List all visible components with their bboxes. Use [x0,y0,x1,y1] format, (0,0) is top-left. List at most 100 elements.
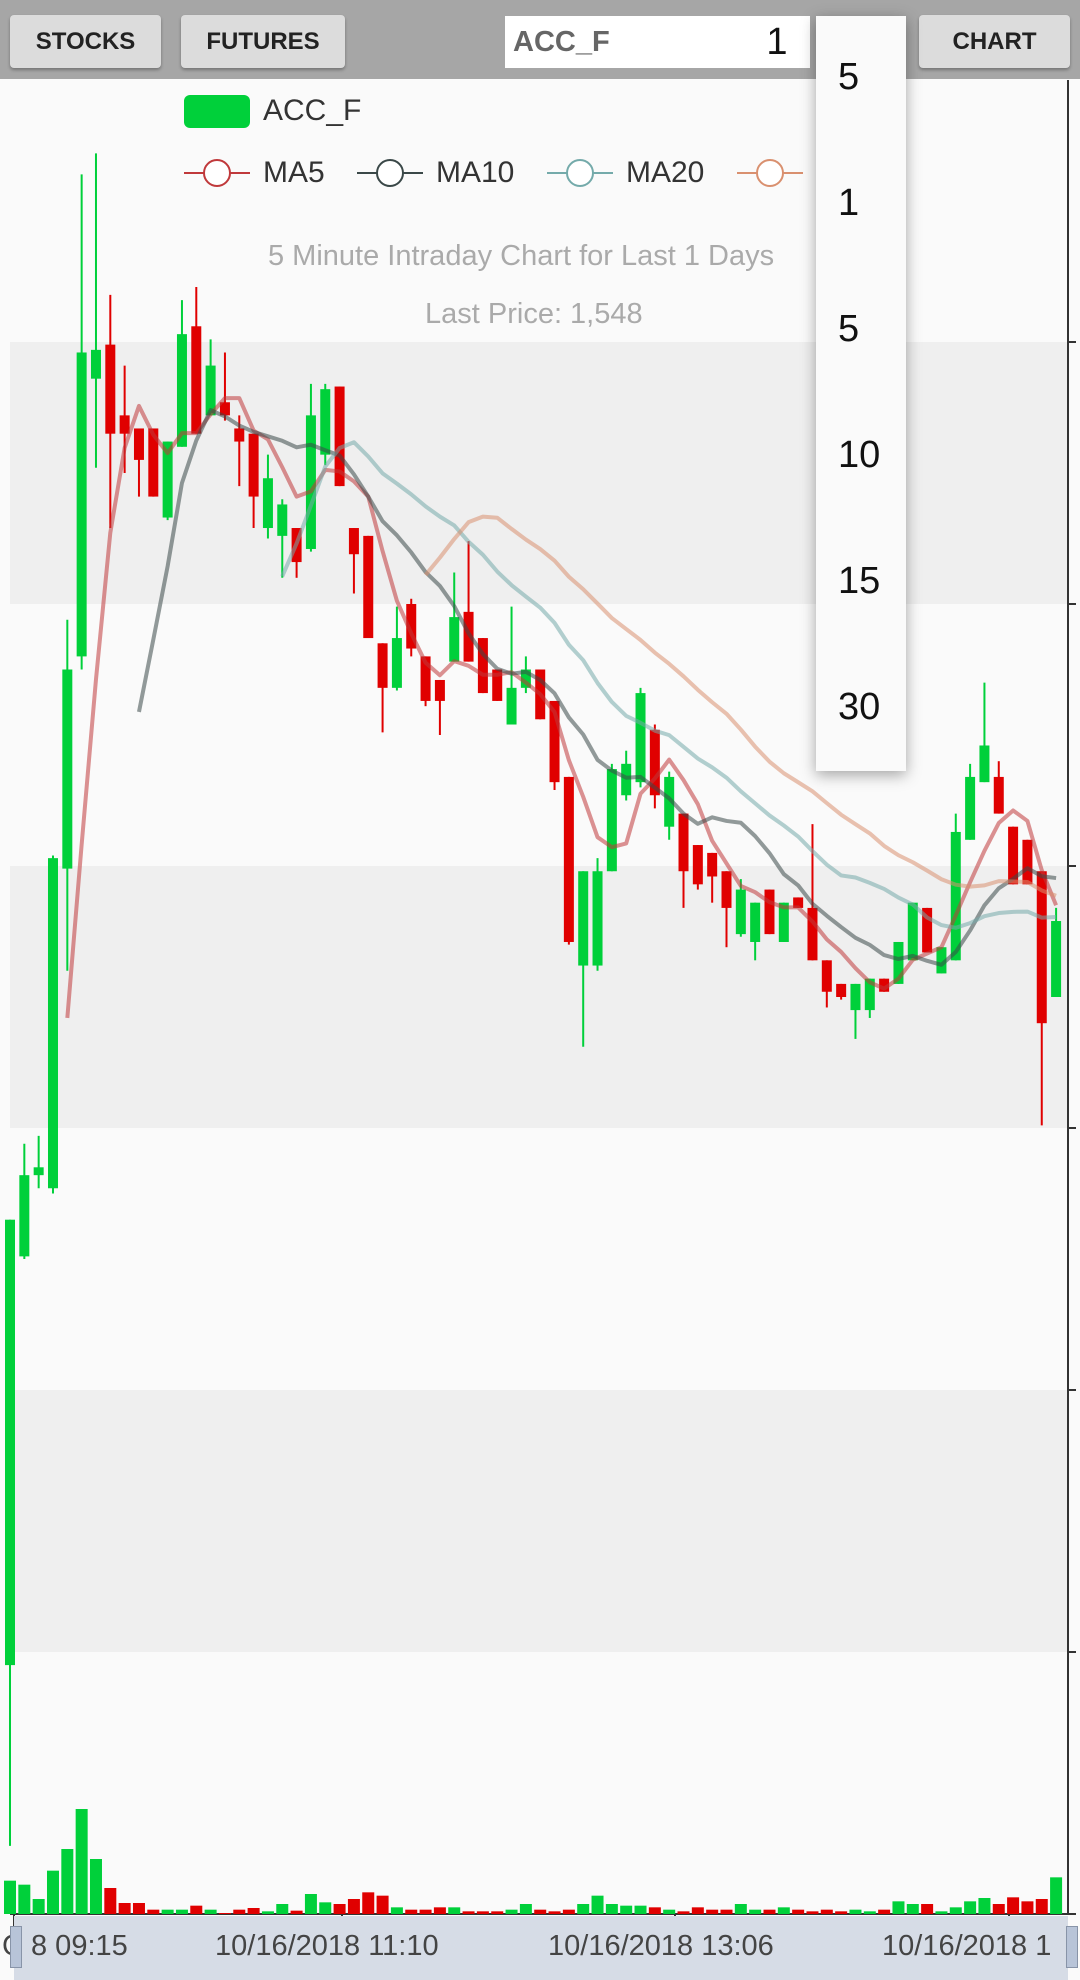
volume-bar [233,1909,246,1914]
grid-band [10,1390,1068,1652]
volume-bar [319,1902,332,1914]
candle-body [750,902,761,942]
volume-bar [849,1909,862,1914]
volume-bar [978,1898,991,1914]
volume-bar [949,1907,962,1914]
volume-bar [906,1904,919,1914]
days-input[interactable]: 1 [744,16,810,68]
volume-bar [147,1909,160,1914]
candle-body [363,535,374,639]
volume-bar [548,1911,561,1914]
volume-bar [75,1809,88,1914]
volume-bar [505,1909,518,1914]
legend-ma10-label: MA10 [436,156,515,189]
candle-body [76,352,87,657]
volume-bar [304,1894,317,1914]
candle-body [262,478,273,529]
candle-body [578,871,589,966]
interval-dropdown[interactable]: 5 1 5 10 15 30 [816,16,906,771]
grid-band [10,1128,1068,1390]
volume-bar [276,1904,289,1914]
volume-bar [620,1905,633,1914]
volume-bar [720,1909,733,1914]
navigator-right-handle[interactable] [1066,1926,1078,1968]
interval-option[interactable]: 1 [838,182,859,225]
volume-bar [4,1880,16,1914]
candle-body [133,428,144,460]
candle-body [320,389,331,455]
x-axis-label: 10/16/2018 1 [882,1930,1052,1962]
volume-bar [763,1909,776,1914]
volume-bar [405,1909,418,1914]
candle-body [563,776,574,942]
grid-band [10,604,1068,866]
candle-body [5,1219,15,1666]
candle-body [377,643,388,688]
volume-bar [390,1907,403,1914]
chart-title: 5 Minute Intraday Chart for Last 1 Days [268,240,775,272]
volume-bar [734,1904,747,1914]
volume-bar [992,1904,1005,1914]
volume-bar [218,1913,231,1914]
volume-bar [519,1904,532,1914]
volume-bar [61,1849,74,1914]
x-axis-label: 10/16/2018 13:06 [548,1930,774,1962]
ma10-legend-icon [357,159,423,187]
candle-body [434,679,445,701]
legend-ma5-label: MA5 [263,156,325,189]
ma30-legend-icon [737,159,803,187]
stocks-button[interactable]: STOCKS [10,15,161,68]
candle-body [850,983,861,1011]
volume-bar [706,1909,719,1914]
candle-body [62,669,73,869]
legend-symbol-label[interactable]: ACC_F [263,94,361,128]
volume-bar [118,1903,131,1914]
volume-bar [419,1909,432,1914]
volume-bar [32,1899,45,1914]
grid-band [10,1652,1068,1914]
volume-bar [777,1907,790,1914]
volume-bar [1035,1899,1048,1914]
candle-body [836,983,847,997]
candle-body [105,344,116,434]
volume-bar [1021,1901,1034,1914]
volume-bar [448,1907,461,1914]
volume-bar [376,1895,389,1914]
candle-body [692,845,703,885]
interval-option[interactable]: 30 [838,686,880,729]
volume-bar [204,1909,217,1914]
candle-body [678,813,689,872]
symbol-input[interactable]: ACC_F [505,16,745,68]
ma5-legend-icon [184,159,250,187]
candle-body [33,1167,44,1176]
volume-bar [792,1909,805,1914]
interval-option[interactable]: 15 [838,560,880,603]
interval-option[interactable]: 5 [838,56,859,99]
candle-body [764,889,775,935]
interval-option[interactable]: 5 [838,308,859,351]
volume-bar [190,1905,203,1914]
candle-body [606,769,617,872]
volume-bar [863,1911,876,1914]
volume-bar [333,1904,346,1914]
candle-body [979,745,990,783]
interval-option[interactable]: 10 [838,434,880,477]
volume-bar [878,1909,891,1914]
candle-body [965,776,976,840]
volume-bar [562,1909,575,1914]
candle-body [449,617,460,662]
futures-button[interactable]: FUTURES [181,15,345,68]
candlestick-chart[interactable] [0,0,1080,1980]
last-price: Last Price: 1,548 [425,298,643,330]
volume-bar [591,1895,604,1914]
candle-body [234,428,245,442]
chart-button[interactable]: CHART [919,15,1070,68]
candle-body [90,349,101,379]
candle-body [950,831,961,961]
navigator-left-handle[interactable] [10,1926,22,1968]
volume-bar [46,1870,59,1914]
toolbar: STOCKS FUTURES ACC_F 1 CHART [0,0,1080,79]
volume-bar [921,1904,934,1914]
candle-body [47,858,58,1189]
candle-body [635,693,646,783]
